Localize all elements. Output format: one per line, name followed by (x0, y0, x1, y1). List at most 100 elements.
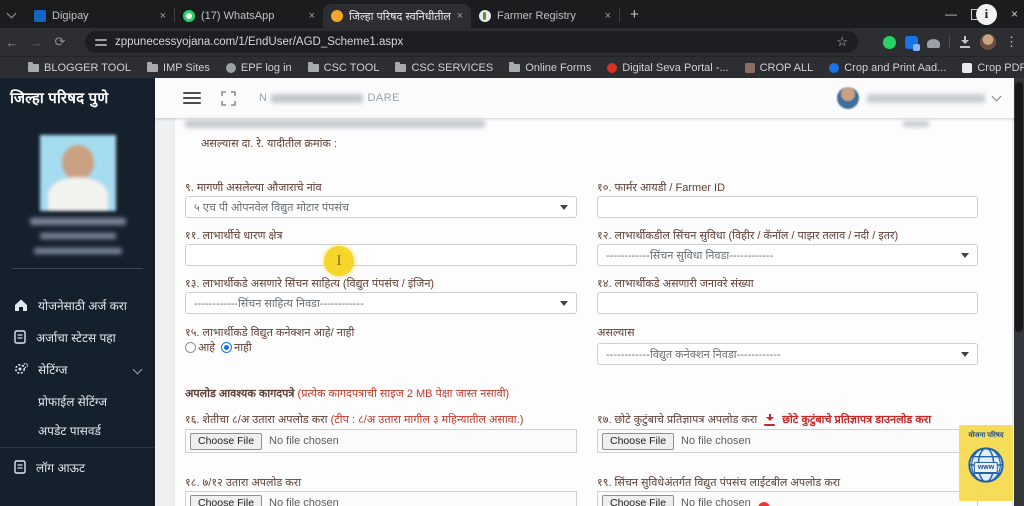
bookmark-crop-print[interactable]: Crop and Print Aad... (829, 62, 946, 74)
sidebar-item-apply-scheme[interactable]: योजनेसाठी अर्ज करा (0, 292, 155, 318)
bookmark-digital-seva[interactable]: Digital Seva Portal -... (607, 62, 729, 74)
avatar (837, 87, 859, 109)
globe-logo-icon: www (966, 443, 1006, 492)
bookmark-online-forms[interactable]: Online Forms (509, 62, 591, 74)
tab-search-icon[interactable] (6, 8, 17, 19)
q11-holding-area-input[interactable] (185, 244, 577, 266)
bookmark-star-icon[interactable]: ☆ (836, 34, 848, 50)
bookmark-csc-services[interactable]: CSC SERVICES (395, 62, 493, 74)
red-site-icon (607, 63, 618, 73)
q17-file-input[interactable]: Choose File No file chosen (597, 429, 978, 453)
q14-label: १४. लाभार्थीकडे असणारी जनावरे संख्या (597, 278, 754, 290)
select-arrow-icon (560, 204, 568, 210)
sidebar-item-update-password[interactable]: अपडेट पासवर्ड (0, 417, 155, 443)
cursor-highlight: I (324, 246, 354, 276)
bookmark-csc-tool[interactable]: CSC TOOL (307, 62, 379, 74)
bookmark-imp-sites[interactable]: IMP Sites (147, 62, 210, 74)
tab-close-icon[interactable]: × (457, 10, 463, 22)
user-chip-name-redacted (867, 93, 985, 103)
site-info-icon[interactable] (95, 37, 107, 47)
q9-label: ९. मागणी असलेल्या औजाराचे नांव (185, 182, 322, 194)
globe-icon (225, 63, 236, 73)
scrollbar-thumb[interactable] (1015, 82, 1023, 332)
tab-whatsapp[interactable]: (17) WhatsApp × (175, 4, 323, 28)
sidebar-item-profile-settings[interactable]: प्रोफाईल सेटिंग्ज (0, 388, 155, 414)
info-overlay-icon[interactable]: i (975, 3, 997, 25)
q13-select[interactable]: ------------सिंचन साहित्य निवडा---------… (185, 292, 577, 314)
blue-site-icon (829, 63, 840, 73)
doc-site-icon (962, 63, 973, 73)
select-arrow-icon (560, 300, 568, 306)
choose-file-button[interactable]: Choose File (190, 494, 263, 506)
url-text[interactable]: zppunecessyojana.com/1/EndUser/AGD_Schem… (115, 36, 836, 48)
q14-animals-count-input[interactable] (597, 292, 978, 314)
tab-close-icon[interactable]: × (605, 10, 611, 22)
hamburger-menu-icon[interactable] (183, 92, 201, 105)
new-tab-button[interactable]: + (630, 6, 639, 23)
folder-icon (395, 62, 407, 72)
incognito-extension-icon[interactable] (927, 39, 940, 48)
address-bar[interactable]: zppunecessyojana.com/1/EndUser/AGD_Schem… (85, 31, 858, 53)
choose-file-button[interactable]: Choose File (602, 432, 675, 450)
q10-label: १०. फार्मर आयडी / Farmer ID (597, 182, 726, 194)
page-scrollbar[interactable] (1014, 78, 1024, 506)
tab-digipay[interactable]: Digipay × (26, 4, 174, 28)
bookmark-crop-all[interactable]: CROP ALL (744, 62, 813, 74)
sidebar-item-application-status[interactable]: अर्जाचा स्टेटस पहा (0, 324, 155, 350)
q19-file-input[interactable]: Choose File No file chosen (597, 491, 978, 506)
tab-close-icon[interactable]: × (309, 10, 315, 22)
whatsapp-extension-icon[interactable] (883, 35, 896, 49)
q15-conditional-select[interactable]: ------------विद्युत कनेक्शन निवडा-------… (597, 343, 978, 365)
q15-conditional-label: असल्यास (597, 327, 635, 339)
document-icon (14, 330, 26, 344)
q10-farmer-id-input[interactable] (597, 196, 978, 218)
channel-watermark-logo: योजना परिषद www (959, 425, 1013, 501)
redacted-id-line (40, 233, 116, 239)
digipay-favicon (34, 10, 46, 22)
bookmark-epf-login[interactable]: EPF log in (225, 62, 292, 74)
q19-label: १९. सिंचन सुविधेअंतर्गत विद्युत पंपसंच ल… (597, 477, 841, 489)
close-window-button[interactable]: × (1011, 7, 1018, 21)
forward-icon[interactable]: → (24, 35, 48, 50)
bookmark-crop-pdf[interactable]: Crop PDF Online: Cli... (962, 62, 1024, 74)
tab-close-icon[interactable]: × (160, 10, 166, 22)
q12-label: १२. लाभार्थीकडील सिंचन सुविधा (विहीर / क… (597, 230, 899, 242)
q15-label: १५. लाभार्थीकडे विद्युत कनेक्शन आहे/ नाह… (185, 327, 355, 339)
q17-download-link[interactable]: छोटे कुटुंबाचे प्रतिज्ञापत्र डाउनलोड करा (782, 412, 931, 427)
select-arrow-icon (961, 252, 969, 258)
browser-profile-avatar[interactable] (980, 34, 996, 50)
q18-label: १८. ७/१२ उतारा अपलोड करा (185, 477, 302, 489)
q12-select[interactable]: ------------सिंचन सुविधा निवडा----------… (597, 244, 978, 266)
chevron-down-icon (991, 91, 1002, 102)
fullscreen-icon[interactable] (221, 91, 236, 106)
q16-file-input[interactable]: Choose File No file chosen (185, 429, 577, 453)
tab-farmer-registry[interactable]: Farmer Registry × (471, 4, 619, 28)
folder-icon (147, 62, 159, 72)
sidebar-item-settings[interactable]: सेटिंग्ज (0, 356, 155, 382)
downloads-icon[interactable] (959, 36, 971, 48)
q15-radio-no[interactable] (221, 342, 233, 353)
redacted-form-line (185, 120, 485, 128)
back-icon[interactable]: ← (0, 35, 24, 50)
browser-menu-icon[interactable]: ⋮ (1005, 34, 1018, 50)
translate-extension-icon[interactable] (905, 35, 920, 51)
app-header: N DARE (155, 78, 1024, 118)
reload-icon[interactable]: ⟳ (48, 34, 72, 50)
main-content: N DARE असल्यास दा. रे. यादीतील क्रमांक : … (155, 78, 1024, 506)
minimize-button[interactable]: — (945, 7, 957, 21)
tab-zp-portal-active[interactable]: जिल्हा परिषद स्वनिधीतील विविध यो × (323, 4, 471, 28)
choose-file-button[interactable]: Choose File (190, 432, 263, 450)
bookmark-blogger-tool[interactable]: BLOGGER TOOL (28, 62, 131, 74)
q11-label: ११. लाभार्थीचे धारण क्षेत्र (185, 230, 283, 242)
folder-icon (28, 62, 39, 72)
choose-file-button[interactable]: Choose File (602, 494, 675, 506)
q15-radio-yes[interactable] (185, 342, 196, 353)
user-chip[interactable] (837, 87, 1002, 109)
sidebar-item-logout[interactable]: लॉग आऊट (0, 454, 155, 480)
browser-toolbar: ← → ⟳ zppunecessyojana.com/1/EndUser/AGD… (0, 28, 1024, 56)
q18-file-input[interactable]: Choose File No file chosen (185, 491, 577, 506)
q9-select[interactable]: ५ एच पी ओपनवेल विद्युत मोटार पंपसंच (185, 196, 577, 218)
q17-label-row: १७. छोटे कुटुंबाचे प्रतिज्ञापत्र अपलोड क… (597, 412, 932, 427)
home-icon (15, 299, 27, 311)
org-title: जिल्हा परिषद पुणे (10, 90, 109, 107)
